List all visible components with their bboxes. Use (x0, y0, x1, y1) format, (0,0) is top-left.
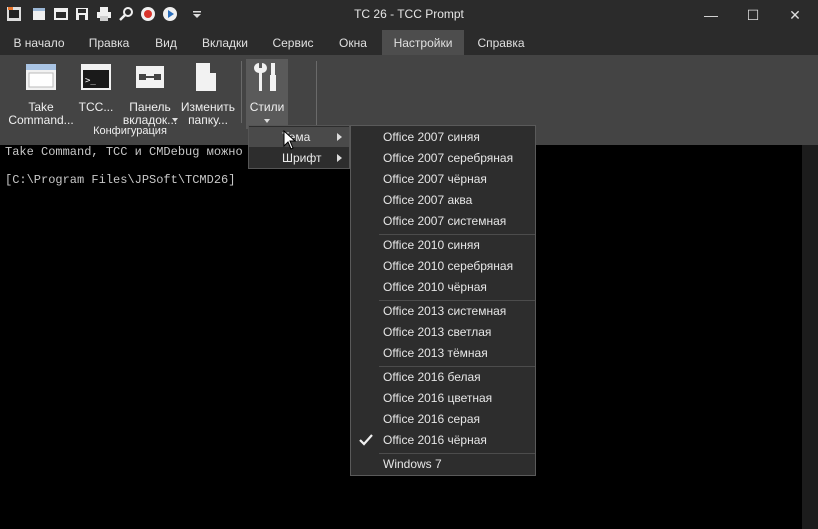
theme-item-label: Office 2016 чёрная (383, 433, 487, 447)
maximize-button[interactable]: ☐ (730, 0, 776, 30)
tab-home[interactable]: В начало (4, 30, 74, 55)
close-button[interactable]: ✕ (772, 0, 818, 30)
title-bar: TC 26 - TCC Prompt — ☐ ✕ (0, 0, 818, 30)
wrench-screwdriver-icon (254, 63, 276, 91)
theme-item[interactable]: Office 2013 тёмная (351, 343, 535, 364)
theme-item[interactable]: Office 2007 серебряная (351, 148, 535, 169)
tcc-label: TCC... (78, 100, 114, 114)
theme-item-checked[interactable]: Office 2016 чёрная (351, 430, 535, 451)
theme-item[interactable]: Office 2010 серебряная (351, 256, 535, 277)
checkmark-icon (359, 434, 373, 446)
svg-text:>_: >_ (85, 76, 96, 86)
change-folder-icon (196, 63, 216, 91)
theme-item[interactable]: Office 2016 серая (351, 409, 535, 430)
tab-tools[interactable]: Сервис (264, 30, 322, 55)
ribbon-tabs: В начало Правка Вид Вкладки Сервис Окна … (0, 30, 818, 55)
styles-dropdown-icon (264, 119, 270, 123)
console-icon: >_ (81, 64, 111, 90)
theme-menu: Office 2007 синяя Office 2007 серебряная… (350, 125, 536, 476)
ribbon-separator (241, 61, 242, 123)
vertical-scrollbar[interactable] (802, 145, 818, 529)
tab-edit[interactable]: Правка (80, 30, 138, 55)
menu-item-theme[interactable]: Тема (249, 127, 349, 147)
mouse-cursor-icon (283, 130, 297, 150)
theme-item[interactable]: Windows 7 (351, 454, 535, 475)
tab-windows[interactable]: Окна (330, 30, 376, 55)
styles-button[interactable]: Стили (246, 59, 288, 129)
styles-label: Стили (249, 100, 285, 114)
console-line: Take Command, TCC и CMDebug можно куп (5, 145, 272, 159)
menu-item-font-label: Шрифт (282, 151, 322, 165)
take-command-button[interactable]: Take Command... (6, 59, 76, 127)
tcc-button[interactable]: >_ TCC... (76, 59, 116, 125)
app-window: TC 26 - TCC Prompt — ☐ ✕ В начало Правка… (0, 0, 818, 529)
console-line: [C:\Program Files\JPSoft\TCMD26] (5, 173, 236, 187)
theme-item[interactable]: Office 2007 системная (351, 211, 535, 232)
theme-item[interactable]: Office 2013 светлая (351, 322, 535, 343)
minimize-button[interactable]: — (688, 0, 734, 30)
theme-item[interactable]: Office 2007 синяя (351, 127, 535, 148)
menu-item-font[interactable]: Шрифт (249, 148, 349, 168)
tab-panel-button[interactable]: Панель вкладок... (122, 59, 178, 127)
tab-help[interactable]: Справка (470, 30, 532, 55)
change-folder-button[interactable]: Изменить папку... (180, 59, 236, 127)
theme-item[interactable]: Office 2010 чёрная (351, 277, 535, 298)
configuration-group-label: Конфигурация (93, 125, 167, 137)
tab-panel-dropdown-icon (172, 118, 178, 122)
theme-item[interactable]: Office 2007 чёрная (351, 169, 535, 190)
theme-item[interactable]: Office 2007 аква (351, 190, 535, 211)
theme-item[interactable]: Office 2016 белая (351, 367, 535, 388)
theme-item[interactable]: Office 2013 системная (351, 301, 535, 322)
submenu-arrow-icon (337, 154, 342, 162)
styles-submenu: Тема Шрифт (248, 125, 350, 169)
submenu-arrow-icon (337, 133, 342, 141)
take-command-icon (26, 64, 56, 90)
tab-tabs[interactable]: Вкладки (194, 30, 256, 55)
tab-view[interactable]: Вид (146, 30, 186, 55)
tab-settings[interactable]: Настройки (382, 30, 464, 55)
theme-item[interactable]: Office 2010 синяя (351, 235, 535, 256)
tab-panel-icon (136, 66, 164, 88)
theme-item[interactable]: Office 2016 цветная (351, 388, 535, 409)
